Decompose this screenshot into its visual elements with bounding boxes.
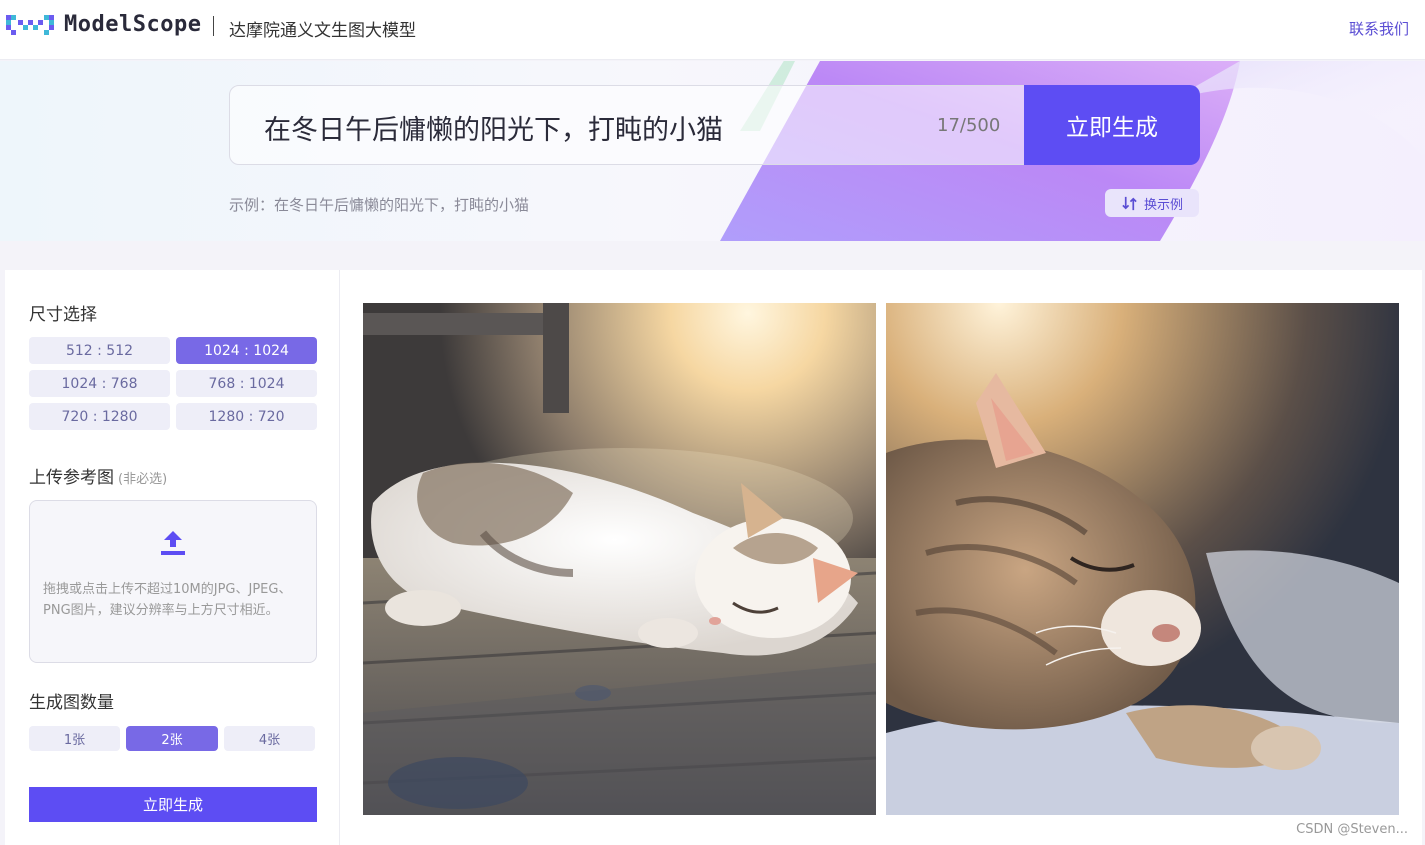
count-option-2[interactable]: 2张 (126, 726, 218, 751)
app-title: 达摩院通义文生图大模型 (229, 21, 416, 41)
prompt-input-box[interactable]: 在冬日午后慵懒的阳光下，打盹的小猫 17/500 立即生成 (229, 85, 1200, 165)
result-image-1[interactable] (363, 303, 876, 815)
count-option-1[interactable]: 1张 (29, 726, 120, 751)
count-option-4[interactable]: 4张 (224, 726, 315, 751)
size-option-1280x720[interactable]: 1280 : 720 (176, 403, 317, 430)
prompt-hero: 在冬日午后慵懒的阳光下，打盹的小猫 17/500 立即生成 示例：在冬日午后慵懒… (0, 61, 1425, 241)
size-option-512x512[interactable]: 512 : 512 (29, 337, 170, 364)
settings-panel: 尺寸选择 512 : 512 1024 : 1024 1024 : 768 76… (5, 270, 340, 845)
result-image-2[interactable] (886, 303, 1399, 815)
size-option-1024x1024[interactable]: 1024 : 1024 (176, 337, 317, 364)
sleeping-tabby-closeup-image (886, 303, 1399, 815)
upload-section-title: 上传参考图 (非必选) (29, 463, 167, 488)
generate-button-bottom[interactable]: 立即生成 (29, 787, 317, 822)
swap-icon (1122, 196, 1137, 210)
title-divider (213, 16, 214, 36)
csdn-watermark: CSDN @Steven... (1296, 822, 1408, 837)
logo-wordmark[interactable]: ModelScope (64, 12, 201, 37)
swap-example-button[interactable]: 换示例 (1105, 189, 1199, 217)
size-option-768x1024[interactable]: 768 : 1024 (176, 370, 317, 397)
top-bar: ModelScope 达摩院通义文生图大模型 联系我们 (0, 0, 1425, 60)
sleeping-cat-on-boards-image (363, 303, 876, 815)
upload-dropzone[interactable]: 拖拽或点击上传不超过10M的JPG、JPEG、PNG图片，建议分辨率与上方尺寸相… (29, 500, 317, 663)
main-panel: 尺寸选择 512 : 512 1024 : 1024 1024 : 768 76… (5, 270, 1422, 845)
count-section-title: 生成图数量 (29, 693, 114, 713)
generate-button-top[interactable]: 立即生成 (1024, 85, 1200, 165)
size-option-720x1280[interactable]: 720 : 1280 (29, 403, 170, 430)
prompt-input[interactable]: 在冬日午后慵懒的阳光下，打盹的小猫 (264, 108, 723, 147)
char-counter: 17/500 (937, 115, 1001, 136)
upload-title-text: 上传参考图 (29, 468, 114, 488)
upload-icon (161, 531, 185, 555)
upload-hint: 拖拽或点击上传不超过10M的JPG、JPEG、PNG图片，建议分辨率与上方尺寸相… (43, 582, 292, 618)
contact-us-link[interactable]: 联系我们 (1349, 18, 1409, 39)
swap-example-label: 换示例 (1143, 197, 1183, 213)
example-prompt[interactable]: 示例：在冬日午后慵懒的阳光下，打盹的小猫 (229, 194, 529, 215)
size-option-1024x768[interactable]: 1024 : 768 (29, 370, 170, 397)
upload-optional-note: (非必选) (118, 472, 168, 487)
modelscope-logo-icon[interactable] (6, 11, 54, 37)
size-section-title: 尺寸选择 (29, 305, 97, 325)
